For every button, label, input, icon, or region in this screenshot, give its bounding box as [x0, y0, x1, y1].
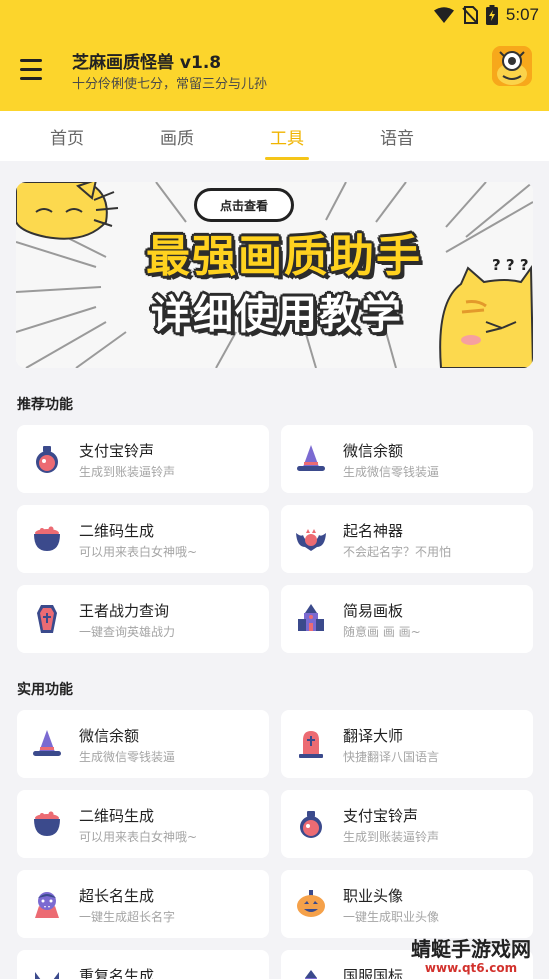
menu-icon-line [20, 76, 42, 80]
tab-quality[interactable]: 画质 [122, 111, 232, 161]
tab-home[interactable]: 首页 [12, 111, 122, 161]
witch-hat-icon [33, 730, 61, 756]
wifi-icon [433, 7, 454, 23]
card-title: 微信余额 [343, 442, 404, 460]
no-sim-icon [462, 6, 478, 24]
watermark-url: www.qt6.com [424, 961, 518, 975]
watermark-name: 蜻蜓手游戏网 [411, 937, 531, 961]
banner-subheadline: 详细使用教学 [151, 292, 403, 338]
card-title: 国服国标 [343, 967, 404, 979]
banner-headline: 最强画质助手 [146, 231, 422, 282]
card-title: 重复名生成 [79, 967, 155, 979]
card-title: 超长名生成 [79, 887, 155, 905]
card-simple-drawing-board[interactable]: 简易画板 随意画 画 画~ [281, 585, 533, 653]
tutorial-banner[interactable]: 点击查看 最强画质助手 详细使用教学 ? ? ? [16, 182, 533, 368]
card-title: 翻译大师 [343, 727, 404, 745]
card-qrcode-generator[interactable]: 二维码生成 可以用来表白女神哦~ [17, 505, 269, 573]
vampire-icon [35, 892, 59, 918]
card-subtitle: 快捷翻译八国语言 [343, 750, 440, 764]
app-subtitle: 十分伶俐使七分，常留三分与儿孙 [72, 77, 268, 92]
card-title: 微信余额 [79, 727, 140, 745]
tombstone-icon [299, 731, 323, 758]
status-time: 5:07 [505, 5, 539, 24]
tab-voice[interactable]: 语音 [342, 111, 452, 161]
card-subtitle: 生成微信零钱装逼 [343, 465, 440, 479]
site-watermark: 蜻蜓手游戏网 www.qt6.com [401, 937, 541, 975]
cauldron-icon [34, 811, 60, 836]
card-alipay-ringtone[interactable]: 支付宝铃声 生成到账装逼铃声 [281, 790, 533, 858]
card-title: 二维码生成 [79, 807, 155, 825]
card-subtitle: 不会起名字？不用怕 [343, 545, 452, 559]
card-subtitle: 可以用来表白女神哦~ [79, 545, 198, 559]
card-subtitle: 一键生成职业头像 [343, 910, 440, 924]
card-title: 职业头像 [343, 887, 404, 905]
card-title: 支付宝铃声 [79, 442, 155, 460]
card-title: 二维码生成 [79, 522, 155, 540]
witch-hat-icon [297, 445, 325, 471]
card-title: 简易画板 [343, 602, 404, 620]
card-name-generator[interactable]: 起名神器 不会起名字？不用怕 [281, 505, 533, 573]
card-wechat-balance[interactable]: 微信余额 生成微信零钱装逼 [17, 710, 269, 778]
card-alipay-ringtone[interactable]: 支付宝铃声 生成到账装逼铃声 [17, 425, 269, 493]
card-subtitle: 随意画 画 画~ [343, 625, 421, 639]
haunted-house-icon [298, 604, 324, 631]
menu-icon [20, 58, 42, 62]
section-title-practical: 实用功能 [17, 682, 73, 698]
card-subtitle: 一键生成超长名字 [79, 910, 176, 924]
card-translation-master[interactable]: 翻译大师 快捷翻译八国语言 [281, 710, 533, 778]
card-title: 王者战力查询 [79, 602, 170, 620]
menu-button[interactable] [20, 54, 50, 84]
card-qrcode-generator[interactable]: 二维码生成 可以用来表白女神哦~ [17, 790, 269, 858]
battery-charging-icon [485, 5, 498, 25]
coffin-icon [37, 605, 57, 633]
section-title-recommended: 推荐功能 [17, 397, 73, 413]
card-subtitle: 生成到账装逼铃声 [343, 830, 440, 844]
status-bar: 5:07 [0, 0, 549, 32]
card-duplicate-name-generator[interactable]: 重复名生成 [17, 950, 269, 979]
card-title: 支付宝铃声 [343, 807, 419, 825]
tab-bar: 首页 画质 工具 语音 [0, 111, 549, 161]
pumpkin-icon [297, 890, 325, 917]
menu-icon-line [20, 67, 42, 71]
card-profession-avatar[interactable]: 职业头像 一键生成职业头像 [281, 870, 533, 938]
card-wechat-balance[interactable]: 微信余额 生成微信零钱装逼 [281, 425, 533, 493]
card-subtitle: 一键查询英雄战力 [79, 625, 176, 639]
castle-icon [305, 970, 317, 979]
potion-icon [300, 811, 322, 838]
card-subtitle: 生成微信零钱装逼 [79, 750, 176, 764]
banner-question-marks: ? ? ? [492, 256, 529, 274]
card-honor-of-kings-power[interactable]: 王者战力查询 一键查询英雄战力 [17, 585, 269, 653]
potion-icon [36, 446, 58, 473]
tab-tools[interactable]: 工具 [232, 111, 342, 161]
app-bar: 芝麻画质怪兽 v1.8 十分伶俐使七分，常留三分与儿孙 [0, 32, 549, 111]
card-title: 起名神器 [343, 522, 404, 540]
card-subtitle: 可以用来表白女神哦~ [79, 830, 198, 844]
banner-speech-bubble: 点击查看 [194, 188, 294, 222]
bat-icon [296, 529, 326, 551]
cat-icon [35, 972, 59, 979]
app-title: 芝麻画质怪兽 v1.8 [72, 53, 222, 73]
card-subtitle: 生成到账装逼铃声 [79, 465, 176, 479]
cauldron-icon [34, 526, 60, 551]
card-long-name-generator[interactable]: 超长名生成 一键生成超长名字 [17, 870, 269, 938]
app-logo-icon[interactable] [492, 46, 532, 86]
